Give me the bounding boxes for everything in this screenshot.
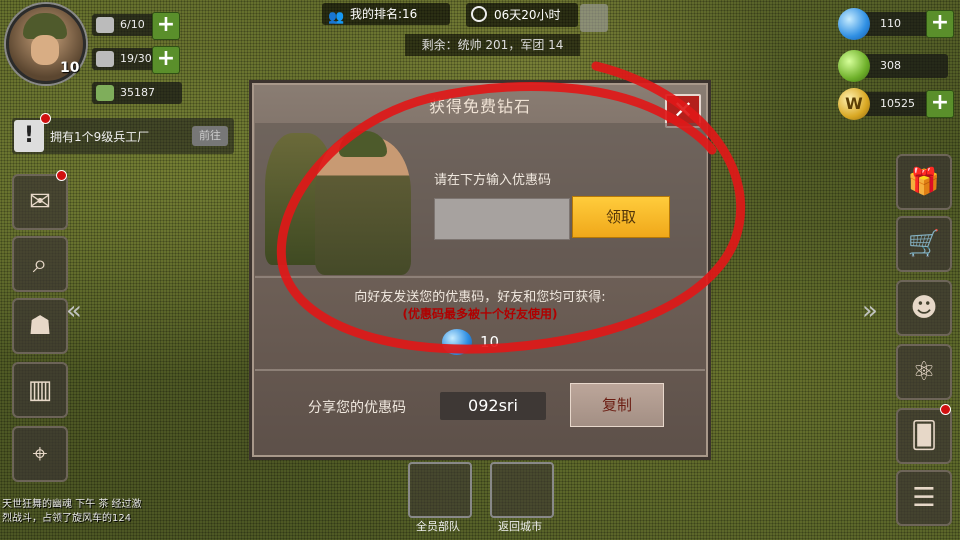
planes-value: 19/30 — [120, 52, 152, 65]
gold-value: 10525 — [880, 97, 915, 110]
soldier-icon: ☗ — [28, 311, 52, 341]
scroll-left-icon[interactable]: « — [66, 296, 82, 326]
all-troops-button[interactable] — [408, 462, 472, 518]
chat-preview[interactable]: 天世狂舞的幽魂 下午 茶 经过激 烈战斗，占领了旋风车的124 — [2, 498, 192, 526]
diamond-icon — [838, 8, 870, 40]
money-counter: 35187 — [92, 82, 182, 104]
plane-icon — [96, 51, 114, 67]
quest-go-button[interactable]: 前往 — [192, 126, 228, 146]
share-info-text: 向好友发送您的优惠码，好友和您均可获得: — [354, 290, 606, 305]
chat-line: 烈战斗，占领了旋风车的124 — [2, 513, 132, 524]
copy-button[interactable]: 复制 — [570, 383, 664, 427]
officer-icon: ☻ — [910, 293, 938, 323]
commander-button[interactable]: ☗ — [12, 298, 68, 354]
divider — [255, 369, 705, 371]
clock-icon — [471, 6, 487, 22]
menu-button[interactable]: ☰ — [896, 470, 952, 526]
soldier-illustration — [315, 137, 411, 275]
magnifier-icon: ⌕ — [32, 248, 48, 279]
atom-icon: ⚛ — [912, 357, 936, 387]
gift-icon: 🎁 — [907, 167, 941, 197]
add-troops-button[interactable]: + — [152, 12, 180, 40]
cards-button[interactable]: 🂠 — [896, 408, 952, 464]
city-button[interactable]: ▥ — [12, 362, 68, 418]
tank-icon — [96, 17, 114, 33]
reward-amount: 10 — [480, 333, 500, 351]
building-icon: ▥ — [27, 375, 53, 405]
diamonds-value: 110 — [880, 17, 901, 30]
remaining-counter: 剩余：统帅 201，军团 14 — [405, 34, 580, 56]
buy-gold-button[interactable]: + — [926, 90, 954, 118]
face-icon — [31, 35, 59, 65]
dialog-title: 获得免费钻石 — [428, 97, 531, 116]
cards-icon: 🂠 — [910, 421, 938, 451]
gift-button[interactable]: 🎁 — [896, 154, 952, 210]
money-value: 35187 — [120, 86, 155, 99]
diamond-icon — [442, 329, 472, 355]
helmet-icon — [339, 131, 387, 157]
player-level: 10 — [60, 60, 80, 76]
cards-notification-dot — [940, 404, 951, 415]
usage-limit-note: (优惠码最多被十个好友使用) — [402, 307, 558, 321]
scroll-right-icon[interactable]: » — [862, 296, 878, 326]
promo-code-input[interactable] — [434, 198, 570, 240]
oil-icon — [838, 50, 870, 82]
buy-diamonds-button[interactable]: + — [926, 10, 954, 38]
timer-text: 06天20小时 — [494, 8, 561, 22]
envelope-icon: ✉ — [29, 187, 51, 217]
shop-button[interactable]: 🛒 — [896, 216, 952, 272]
research-button[interactable]: ⚛ — [896, 344, 952, 400]
map-pin-icon: ⌖ — [32, 438, 48, 469]
rank-display[interactable]: 👥 我的排名:16 — [322, 3, 450, 25]
all-troops-label: 全员部队 — [416, 520, 460, 533]
location-button[interactable]: ⌖ — [12, 426, 68, 482]
quest-text: 拥有1个9级兵工厂 — [50, 130, 150, 144]
search-map-button[interactable]: ⌕ — [12, 236, 68, 292]
free-diamonds-dialog: 获得免费钻石 ✕ 请在下方输入优惠码 领取 向好友发送您的优惠码，好友和您均可获… — [249, 80, 711, 460]
troops-value: 6/10 — [120, 18, 145, 31]
mail-notification-dot — [56, 170, 67, 181]
share-code-label: 分享您的优惠码 — [308, 400, 406, 416]
quest-notification-dot — [40, 113, 51, 124]
list-menu-icon: ☰ — [912, 483, 936, 513]
cash-icon — [96, 85, 114, 101]
claim-button[interactable]: 领取 — [572, 196, 670, 238]
chat-line: 天世狂舞的幽魂 下午 茶 经过激 — [2, 499, 142, 510]
rank-text: 我的排名:16 — [350, 7, 418, 21]
event-icon[interactable] — [580, 4, 608, 32]
return-city-label: 返回城市 — [498, 520, 542, 533]
oil-value: 308 — [880, 59, 901, 72]
shopping-cart-icon: 🛒 — [907, 229, 941, 259]
exclamation-icon: ! — [14, 120, 44, 152]
officer-button[interactable]: ☻ — [896, 280, 952, 336]
players-icon: 👥 — [328, 10, 345, 25]
return-city-button[interactable] — [490, 462, 554, 518]
divider — [255, 276, 705, 278]
mail-button[interactable]: ✉ — [12, 174, 68, 230]
gold-coin-icon: W — [838, 88, 870, 120]
event-timer: 06天20小时 — [466, 3, 578, 27]
add-planes-button[interactable]: + — [152, 46, 180, 74]
my-promo-code[interactable]: 092sri — [440, 392, 546, 420]
promo-prompt: 请在下方输入优惠码 — [434, 173, 552, 188]
